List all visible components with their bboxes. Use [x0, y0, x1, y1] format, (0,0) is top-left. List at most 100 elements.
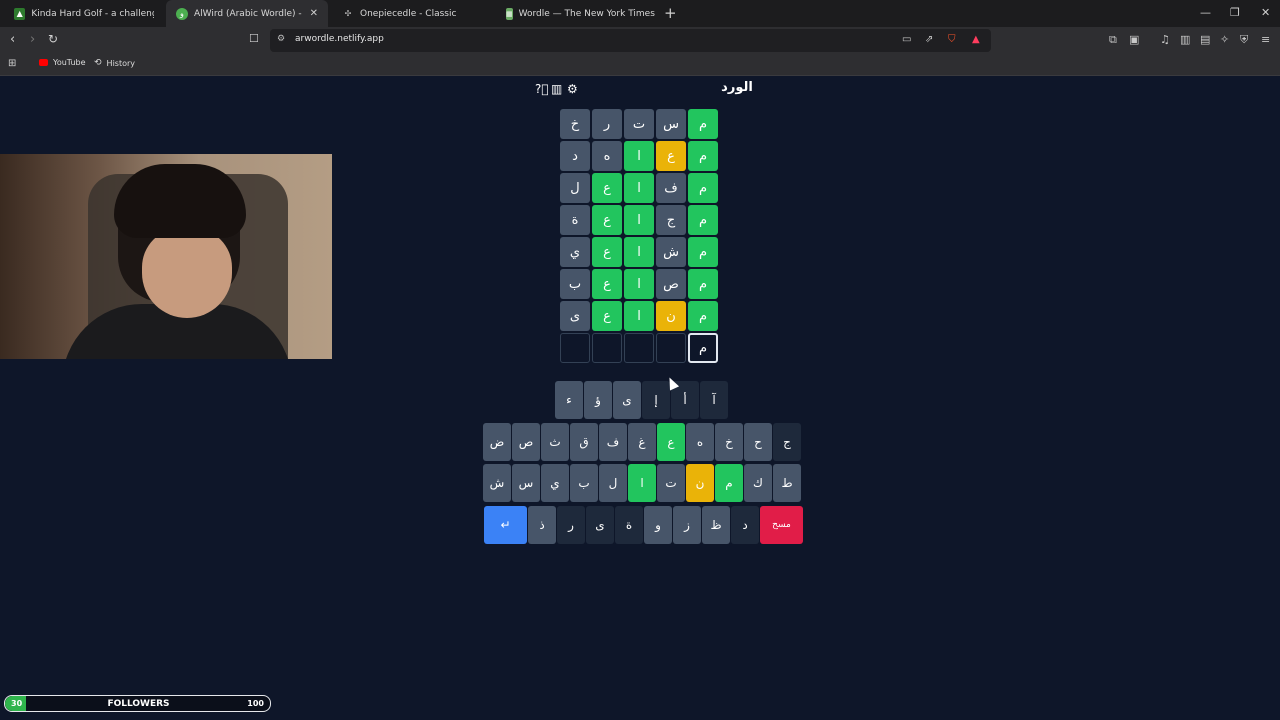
screenshot-icon[interactable]: ▣ — [1129, 33, 1139, 46]
keyboard-key[interactable]: ط — [773, 464, 801, 502]
tab-alwird[interactable]: و AlWird (Arabic Wordle) - الورد ✕ — [166, 0, 328, 27]
grid-tile: ع — [592, 205, 622, 235]
keyboard-key[interactable]: ا — [628, 464, 656, 502]
grid-tile: م — [688, 237, 718, 267]
grid-tile: م — [688, 141, 718, 171]
keyboard-key[interactable]: ى — [586, 506, 614, 544]
webcam-overlay — [0, 154, 332, 359]
vpn-icon[interactable]: ⛨ — [1240, 33, 1248, 47]
keyboard-key[interactable]: خ — [715, 423, 743, 461]
media-icon[interactable]: ♫ — [1160, 33, 1170, 46]
grid-tile: ن — [656, 301, 686, 331]
keyboard-key[interactable]: ص — [512, 423, 540, 461]
grid-tile: ا — [624, 173, 654, 203]
grid-tile: ب — [560, 269, 590, 299]
keyboard-key[interactable]: ح — [744, 423, 772, 461]
tab-kinda-hard-golf[interactable]: ▲ Kinda Hard Golf - a challenging daily — [4, 0, 164, 27]
keyboard-key[interactable]: ظ — [702, 506, 730, 544]
window-close-icon[interactable]: ✕ — [1261, 6, 1270, 19]
grid-tile: ع — [592, 237, 622, 267]
minimize-icon[interactable]: — — [1200, 6, 1211, 19]
tab-onepiecedle[interactable]: ✣ Onepiecedle - Classic — [332, 0, 492, 27]
keyboard-key[interactable]: ز — [673, 506, 701, 544]
rewards-icon[interactable]: ▲ — [972, 34, 980, 45]
tab-wordle-nyt[interactable]: ▦ Wordle — The New York Times — [496, 0, 660, 27]
grid-tile: ى — [560, 301, 590, 331]
keyboard-key[interactable]: م — [715, 464, 743, 502]
brave-shield-icon[interactable]: ⛉ — [948, 34, 956, 45]
sidebar-icon[interactable]: ▥ — [1180, 33, 1190, 46]
keyboard-key[interactable]: ت — [657, 464, 685, 502]
keyboard-key[interactable]: ش — [483, 464, 511, 502]
keyboard-key[interactable]: ن — [686, 464, 714, 502]
delete-key[interactable]: مسح — [760, 506, 803, 544]
keyboard-key[interactable]: ع — [657, 423, 685, 461]
menu-icon[interactable]: ≡ — [1261, 33, 1270, 46]
grid-tile: ش — [656, 237, 686, 267]
bookmark-label: History — [106, 58, 136, 68]
bookmarks-bar: ⊞ YouTube ⟲ History — [0, 54, 1280, 76]
bookmark-history[interactable]: ⟲ History — [94, 58, 135, 68]
grid-tile: ر — [592, 109, 622, 139]
grid-tile: د — [560, 141, 590, 171]
reload-icon[interactable]: ↻ — [48, 32, 58, 46]
keyboard-key[interactable]: ض — [483, 423, 511, 461]
keyboard-key[interactable]: ؤ — [584, 381, 612, 419]
close-icon[interactable]: ✕ — [310, 8, 318, 19]
keyboard-key[interactable]: س — [512, 464, 540, 502]
grid-tile: ص — [656, 269, 686, 299]
keyboard-key[interactable]: ى — [613, 381, 641, 419]
extensions-icon[interactable]: ⧉ — [1109, 33, 1117, 47]
keyboard-key[interactable]: ء — [555, 381, 583, 419]
keyboard-key[interactable]: ب — [570, 464, 598, 502]
keyboard-key[interactable]: غ — [628, 423, 656, 461]
help-icon[interactable]: ?⃝ — [535, 82, 549, 96]
grid-tile: ا — [624, 237, 654, 267]
settings-gear-icon[interactable]: ⚙ — [567, 82, 578, 96]
grid-tile: م — [688, 301, 718, 331]
enter-key[interactable]: ↵ — [484, 506, 527, 544]
keyboard-key[interactable]: ه — [686, 423, 714, 461]
bookmark-icon[interactable]: ☐ — [249, 32, 259, 45]
followers-goal: 100 — [247, 699, 264, 708]
address-bar[interactable]: ⚙ arwordle.netlify.app ▭ ⇗ ⛉ ▲ — [270, 29, 991, 52]
game-title: الورد — [721, 80, 753, 95]
keyboard-key[interactable]: إ — [642, 381, 670, 419]
grid-tile: م — [688, 109, 718, 139]
keyboard-key[interactable]: ل — [599, 464, 627, 502]
keyboard-key[interactable]: و — [644, 506, 672, 544]
wallet-icon[interactable]: ▤ — [1200, 33, 1210, 46]
back-icon[interactable]: ‹ — [10, 32, 15, 47]
keyboard-key[interactable]: ف — [599, 423, 627, 461]
keyboard-key[interactable]: ق — [570, 423, 598, 461]
new-tab-icon[interactable]: + — [664, 4, 677, 22]
grid-tile: ع — [592, 173, 622, 203]
keyboard-key[interactable]: ي — [541, 464, 569, 502]
grid-tile: م — [688, 173, 718, 203]
keyboard-key[interactable]: ث — [541, 423, 569, 461]
grid-tile — [560, 333, 590, 363]
keyboard-key[interactable]: ة — [615, 506, 643, 544]
leo-ai-icon[interactable]: ✧ — [1220, 33, 1229, 46]
apps-grid-icon[interactable]: ⊞ — [8, 58, 16, 69]
stats-icon[interactable]: ▥ — [551, 82, 562, 96]
tab-label: Onepiecedle - Classic — [360, 8, 457, 19]
grid-tile: خ — [560, 109, 590, 139]
grid-tile: ع — [592, 301, 622, 331]
keyboard-key[interactable]: ج — [773, 423, 801, 461]
maximize-icon[interactable]: ❐ — [1230, 6, 1240, 19]
keyboard-key[interactable]: ذ — [528, 506, 556, 544]
grid-tile: ع — [592, 269, 622, 299]
bookmark-youtube[interactable]: YouTube — [39, 58, 86, 67]
site-info-icon[interactable]: ⚙ — [277, 34, 285, 44]
keyboard-key[interactable]: د — [731, 506, 759, 544]
forward-icon[interactable]: › — [30, 32, 35, 47]
nyt-icon: ▦ — [506, 7, 513, 20]
grid-tile: م — [688, 269, 718, 299]
share-icon[interactable]: ⇗ — [925, 34, 933, 45]
cast-icon[interactable]: ▭ — [902, 34, 911, 45]
grid-tile: س — [656, 109, 686, 139]
keyboard-key[interactable]: ك — [744, 464, 772, 502]
keyboard-key[interactable]: آ — [700, 381, 728, 419]
keyboard-key[interactable]: ر — [557, 506, 585, 544]
